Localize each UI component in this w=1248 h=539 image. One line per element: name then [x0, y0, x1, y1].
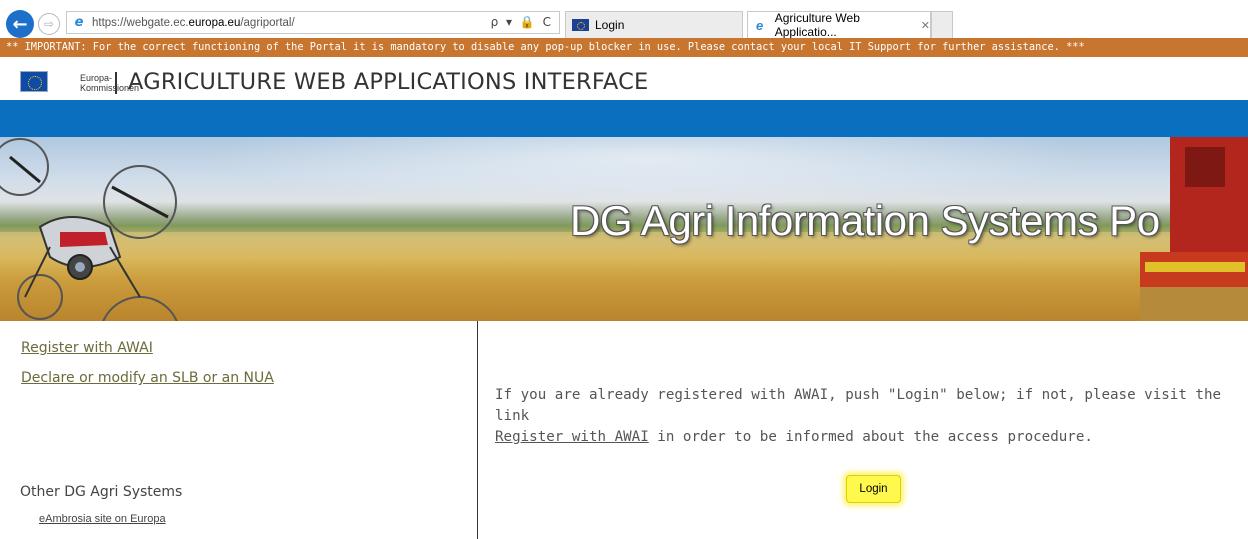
declare-slb-nua-link[interactable]: Declare or modify an SLB or an NUA [21, 370, 274, 386]
site-header: Europa- Kommissionen AGRICULTURE WEB APP… [0, 57, 1248, 100]
register-with-awai-link[interactable]: Register with AWAI [21, 340, 153, 356]
address-url[interactable]: https://webgate.ec.europa.eu/agriportal/ [92, 17, 295, 29]
login-instructions: If you are already registered with AWAI,… [495, 387, 1222, 445]
login-button[interactable]: Login [846, 475, 901, 503]
popup-blocker-notice: ** IMPORTANT: For the correct functionin… [0, 38, 1248, 57]
eu-flag-icon [572, 19, 589, 31]
other-systems-heading: Other DG Agri Systems [20, 484, 183, 500]
drone-image [0, 138, 178, 321]
header-divider [115, 72, 117, 94]
tab-label: Agriculture Web Applicatio... [774, 11, 860, 39]
back-button[interactable]: ← [6, 10, 34, 38]
ie-icon: e [756, 17, 764, 33]
nav-bar [0, 100, 1248, 137]
new-tab-button[interactable] [931, 11, 953, 38]
tab-agriculture-web-applications[interactable]: e Agriculture Web Applicatio... ✕ [747, 11, 931, 39]
address-bar[interactable]: e https://webgate.ec.europa.eu/agriporta… [66, 11, 560, 34]
arrow-left-icon: ← [12, 13, 28, 35]
register-with-awai-inline-link[interactable]: Register with AWAI [495, 429, 649, 445]
ie-icon: e [74, 15, 84, 30]
banner-title: DG Agri Information Systems Po [570, 197, 1160, 244]
browser-chrome: ← ⇨ e https://webgate.ec.europa.eu/agrip… [0, 0, 1248, 39]
banner: DG Agri Information Systems Po [0, 137, 1248, 321]
site-title: AGRICULTURE WEB APPLICATIONS INTERFACE [128, 69, 649, 95]
close-tab-icon[interactable]: ✕ [921, 19, 930, 32]
tab-login[interactable]: Login [565, 11, 743, 38]
eambrosia-link[interactable]: eAmbrosia site on Europa [39, 513, 166, 525]
arrow-right-icon: ⇨ [43, 17, 55, 31]
address-tools-icons[interactable]: ρ ▾ 🔒 C [491, 15, 553, 29]
left-sidebar: Register with AWAI Declare or modify an … [0, 321, 477, 539]
column-divider [477, 321, 478, 539]
forward-button[interactable]: ⇨ [38, 13, 60, 35]
tab-label: Login [595, 18, 625, 32]
eu-flag-logo [20, 71, 48, 92]
